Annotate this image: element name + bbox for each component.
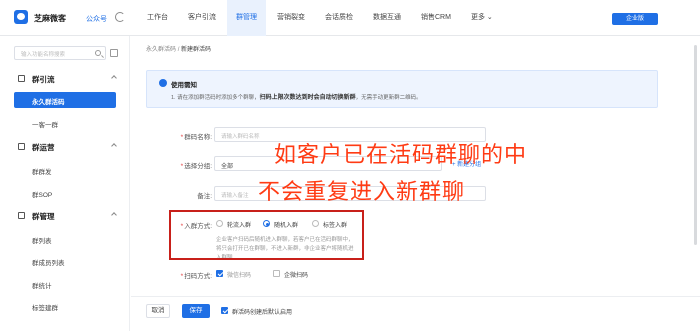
enterprise-badge-button[interactable]: 企业版 xyxy=(612,13,658,25)
sidebar-item-label: 群列表 xyxy=(32,238,52,245)
sidebar-item-one-customer-one-group[interactable]: 一客一群 xyxy=(0,116,130,130)
chevron-up-icon xyxy=(111,212,117,218)
group-select-label: *选择分组: xyxy=(180,163,212,170)
sidebar-item-permanent-group-code[interactable]: 永久群活码 xyxy=(14,92,116,108)
search-placeholder: 输入功能名称搜索 xyxy=(21,52,66,58)
account-link[interactable]: 公众号 xyxy=(86,14,107,24)
scan-method-label: *扫码方式: xyxy=(180,273,212,280)
sidebar-group-label: 群管理 xyxy=(32,212,55,221)
sidebar-item-group-list[interactable]: 群列表 xyxy=(0,232,130,246)
search-icon[interactable] xyxy=(95,50,101,56)
group-name-label: *群码名称: xyxy=(180,134,212,141)
group-traffic-icon xyxy=(18,75,25,82)
page-scrollbar[interactable] xyxy=(694,45,697,245)
scan-wecom-label[interactable]: 企微扫码 xyxy=(284,270,308,279)
note-placeholder: 请输入备注 xyxy=(221,193,249,199)
group-select-label-text: 选择分组: xyxy=(184,163,212,170)
highlight-annotation-box xyxy=(169,210,364,260)
chevron-up-icon xyxy=(111,75,117,81)
theme-toggle-icon[interactable] xyxy=(115,12,125,22)
app-title: 芝麻微客 xyxy=(34,14,66,23)
chevron-up-icon xyxy=(111,143,117,149)
notice-text-prefix: 1. 请在添加群活码时添加多个群聊， xyxy=(171,95,260,101)
usage-notice: 使用需知 1. 请在添加群活码时添加多个群聊，扫码上限次数达到时会自动切换新群，… xyxy=(146,70,658,108)
sidebar-group-group-traffic[interactable]: 群引流 xyxy=(0,72,130,86)
sidebar: 输入功能名称搜索 群引流 永久群活码 一客一群 群运营 群群发 群SOP 群管理… xyxy=(0,36,130,331)
cancel-button[interactable]: 取消 xyxy=(146,304,170,318)
breadcrumb: 永久群活码 / 新建群活码 xyxy=(146,44,211,53)
group-name-placeholder: 请输入群码名称 xyxy=(221,134,260,140)
breadcrumb-current: 新建群活码 xyxy=(181,47,212,53)
top-nav: 工作台 客户引流 群管理 营销裂变 会话质检 数据互通 销售CRM 更多 ⌄ xyxy=(138,0,504,36)
sidebar-item-label: 群SOP xyxy=(32,192,53,199)
sidebar-group-label: 群运营 xyxy=(32,143,55,152)
overlay-annotation-line2: 不会重复进入新群聊 xyxy=(258,180,466,205)
nav-item-marketing[interactable]: 营销裂变 xyxy=(268,0,314,36)
nav-item-more[interactable]: 更多 ⌄ xyxy=(462,0,502,36)
sidebar-item-group-broadcast[interactable]: 群群发 xyxy=(0,163,130,177)
breadcrumb-separator: / xyxy=(177,47,180,53)
sidebar-item-label: 群群发 xyxy=(32,169,52,176)
group-select-value: 全部 xyxy=(221,164,234,170)
top-bar: 芝麻微客 公众号 工作台 客户引流 群管理 营销裂变 会话质检 数据互通 销售C… xyxy=(0,0,700,36)
nav-item-session-audit[interactable]: 会话质检 xyxy=(316,0,362,36)
group-name-label-text: 群码名称: xyxy=(184,134,212,141)
group-management-icon xyxy=(18,212,25,219)
enable-by-default-label[interactable]: 群活码创建后默认启用 xyxy=(232,307,292,316)
scan-wechat-checkbox[interactable] xyxy=(216,270,223,277)
sidebar-group-group-management[interactable]: 群管理 xyxy=(0,209,130,223)
nav-item-workbench[interactable]: 工作台 xyxy=(138,0,177,36)
scan-wechat-label[interactable]: 微信扫码 xyxy=(227,270,251,279)
nav-item-customer-acquisition[interactable]: 客户引流 xyxy=(179,0,225,36)
sidebar-search-input[interactable]: 输入功能名称搜索 xyxy=(14,46,106,60)
sidebar-item-group-sop[interactable]: 群SOP xyxy=(0,186,130,200)
scan-wecom-checkbox[interactable] xyxy=(273,270,280,277)
breadcrumb-parent[interactable]: 永久群活码 xyxy=(146,47,176,53)
scan-method-label-text: 扫码方式: xyxy=(184,273,212,280)
notice-text-suffix: ，无需手动更新群二维码。 xyxy=(355,95,422,101)
filter-icon[interactable] xyxy=(110,49,118,57)
notice-text-bold: 扫码上限次数达到时会自动切换新群 xyxy=(259,95,356,101)
notice-text: 1. 请在添加群活码时添加多个群聊，扫码上限次数达到时会自动切换新群，无需手动更… xyxy=(171,92,422,101)
sidebar-item-group-stats[interactable]: 群统计 xyxy=(0,277,130,291)
sidebar-item-label: 一客一群 xyxy=(32,122,58,129)
sidebar-group-label: 群引流 xyxy=(32,75,55,84)
sidebar-item-group-member-list[interactable]: 群成员列表 xyxy=(0,254,130,268)
note-label: 备注: xyxy=(197,193,212,200)
sidebar-item-label: 标签建群 xyxy=(32,305,58,312)
sidebar-item-tag-create-group[interactable]: 标签建群 xyxy=(0,299,130,313)
sidebar-item-label: 永久群活码 xyxy=(32,99,65,106)
sidebar-group-group-operations[interactable]: 群运营 xyxy=(0,140,130,154)
nav-item-sales-crm[interactable]: 销售CRM xyxy=(412,0,460,36)
info-icon xyxy=(159,79,167,87)
save-button[interactable]: 保存 xyxy=(182,304,210,318)
app-logo-icon xyxy=(14,10,28,24)
nav-item-group-management[interactable]: 群管理 xyxy=(227,0,266,36)
group-operations-icon xyxy=(18,143,25,150)
form-footer xyxy=(131,296,700,331)
overlay-annotation-line1: 如客户已在活码群聊的中 xyxy=(274,143,528,168)
sidebar-item-label: 群成员列表 xyxy=(32,260,65,267)
nav-item-data-sync[interactable]: 数据互通 xyxy=(364,0,410,36)
notice-title: 使用需知 xyxy=(171,82,197,89)
sidebar-item-label: 群统计 xyxy=(32,283,52,290)
enable-by-default-checkbox[interactable] xyxy=(221,307,228,314)
